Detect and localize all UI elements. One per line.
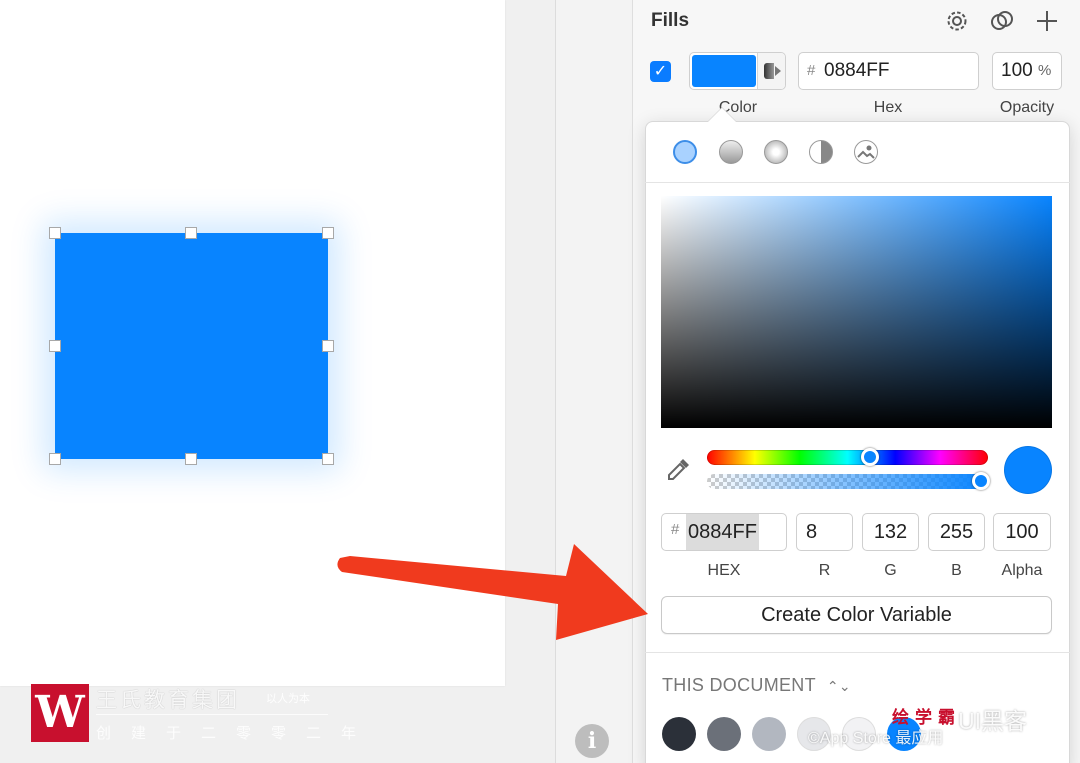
- inspector-gutter: [556, 0, 632, 763]
- alpha-label: Alpha: [1001, 562, 1043, 579]
- watermark-store: ©App Store 最应用: [808, 730, 944, 747]
- document-color-swatch[interactable]: [707, 717, 741, 751]
- fill-opacity-unit: %: [1038, 62, 1052, 79]
- watermark-rule: [96, 714, 328, 715]
- create-color-variable-button[interactable]: Create Color Variable: [661, 596, 1052, 634]
- gear-icon[interactable]: [944, 8, 970, 34]
- watermark-logo-icon: W: [31, 684, 89, 742]
- alpha-input[interactable]: 100: [993, 513, 1051, 551]
- resize-handle-bottom-right[interactable]: [322, 453, 334, 465]
- document-colors-title[interactable]: THIS DOCUMENT ⌃⌄: [662, 675, 851, 696]
- hash-symbol: #: [671, 521, 680, 538]
- alpha-slider[interactable]: [707, 474, 988, 489]
- mode-separator: [645, 182, 1070, 183]
- fill-type-toggle[interactable]: [757, 53, 785, 89]
- angular-gradient-icon[interactable]: [809, 140, 833, 164]
- radial-gradient-icon[interactable]: [764, 140, 788, 164]
- hue-slider[interactable]: [707, 450, 988, 465]
- hex-label: Hex: [873, 99, 903, 116]
- resize-handle-top[interactable]: [185, 227, 197, 239]
- selected-rectangle[interactable]: [55, 233, 328, 459]
- blue-input[interactable]: 255: [928, 513, 985, 551]
- watermark-title: 王氏教育集团: [96, 689, 240, 712]
- document-color-swatch[interactable]: [752, 717, 786, 751]
- resize-handle-right[interactable]: [322, 340, 334, 352]
- linear-gradient-icon[interactable]: [719, 140, 743, 164]
- fill-enabled-checkbox[interactable]: ✓: [650, 61, 671, 82]
- document-color-swatch[interactable]: [662, 717, 696, 751]
- annotation-arrow-icon: [337, 544, 648, 640]
- resize-handle-bottom-left[interactable]: [49, 453, 61, 465]
- alpha-slider-knob[interactable]: [972, 472, 990, 490]
- opacity-label: Opacity: [999, 99, 1055, 116]
- gradient-icon: [764, 63, 774, 79]
- blue-label: B: [951, 562, 962, 579]
- fill-color-swatch[interactable]: [692, 55, 756, 87]
- section-separator: [645, 652, 1070, 653]
- color-preview: [1004, 446, 1052, 494]
- red-label: R: [818, 562, 831, 579]
- fill-color-well[interactable]: [689, 52, 786, 90]
- chevron-up-down-icon: ⌃⌄: [826, 678, 851, 694]
- document-colors-title-text: THIS DOCUMENT: [662, 675, 816, 695]
- fill-hex-input[interactable]: # 0884FF: [798, 52, 979, 90]
- picker-hex-input[interactable]: # 0884FF: [661, 513, 787, 551]
- plus-icon[interactable]: [1034, 8, 1060, 34]
- watermark-small: 以人为本: [266, 693, 310, 705]
- fill-hex-value: 0884FF: [824, 60, 890, 81]
- fill-opacity-input[interactable]: 100 %: [992, 52, 1062, 90]
- hex-field-label: HEX: [707, 562, 741, 579]
- green-label: G: [884, 562, 897, 579]
- watermark-subtitle: 创建于二零零二年: [96, 725, 377, 742]
- solid-fill-icon[interactable]: [673, 140, 697, 164]
- info-icon[interactable]: i: [575, 724, 609, 758]
- hue-slider-knob[interactable]: [860, 448, 879, 466]
- watermark-brand: UI黑客: [958, 708, 1027, 734]
- resize-handle-left[interactable]: [49, 340, 61, 352]
- hash-symbol: #: [807, 62, 816, 79]
- image-fill-icon[interactable]: [854, 140, 878, 164]
- green-input[interactable]: 132: [862, 513, 919, 551]
- resize-handle-bottom[interactable]: [185, 453, 197, 465]
- play-icon: [775, 66, 781, 76]
- fills-section-title: Fills: [651, 10, 690, 31]
- alpha-gradient: [707, 474, 988, 489]
- resize-handle-top-right[interactable]: [322, 227, 334, 239]
- picker-hex-value: 0884FF: [686, 514, 759, 550]
- saturation-brightness-field[interactable]: [661, 196, 1052, 428]
- resize-handle-top-left[interactable]: [49, 227, 61, 239]
- overlap-circles-icon[interactable]: [989, 8, 1015, 34]
- red-input[interactable]: 8: [796, 513, 853, 551]
- eyedropper-icon[interactable]: [664, 456, 692, 484]
- fill-opacity-value: 100: [1001, 60, 1033, 81]
- popover-arrow: [708, 108, 736, 122]
